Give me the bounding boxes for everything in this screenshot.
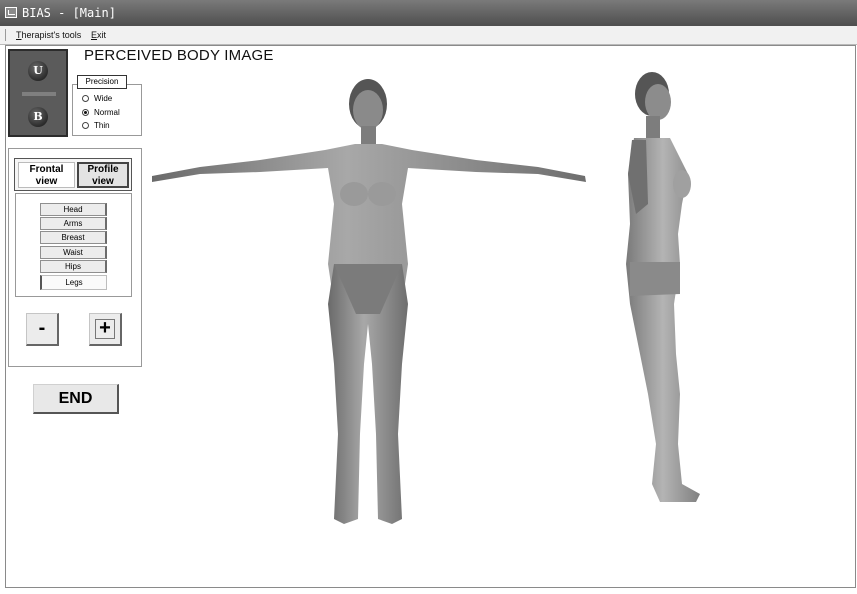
- tab-profile-view[interactable]: Profile view: [77, 162, 129, 188]
- tab-frontal-view[interactable]: Frontal view: [18, 162, 75, 188]
- increase-button[interactable]: +: [89, 313, 122, 346]
- radio-checked-icon[interactable]: [82, 109, 89, 116]
- menu-bar: Therapist's tools Exit: [0, 26, 857, 45]
- end-button[interactable]: END: [33, 384, 119, 414]
- upper-lower-selector: U B: [8, 49, 68, 137]
- title-bar: BIAS - [Main]: [0, 0, 857, 26]
- menu-exit[interactable]: Exit: [91, 26, 106, 44]
- body-part-head-button[interactable]: Head: [40, 203, 107, 216]
- radio-icon[interactable]: [82, 95, 89, 102]
- decrease-button[interactable]: -: [26, 313, 59, 346]
- body-part-legs-button[interactable]: Legs: [40, 275, 107, 290]
- body-part-waist-button[interactable]: Waist: [40, 246, 107, 259]
- app-icon: [5, 7, 17, 18]
- selector-separator: [22, 92, 56, 96]
- lower-body-button[interactable]: B: [28, 107, 48, 127]
- upper-body-button[interactable]: U: [28, 61, 48, 81]
- frontal-body-figure: [152, 79, 586, 524]
- window-title: BIAS - [Main]: [22, 6, 116, 20]
- body-part-breast-button[interactable]: Breast: [40, 231, 107, 244]
- menu-grip: [5, 29, 6, 41]
- page-title: PERCEIVED BODY IMAGE: [84, 47, 274, 64]
- body-figures-canvas: [152, 72, 700, 524]
- profile-body-figure: [626, 72, 700, 502]
- view-tabs: Frontal view Profile view: [14, 158, 132, 191]
- menu-therapists-tools[interactable]: Therapist's tools: [16, 26, 81, 44]
- plus-icon: +: [95, 318, 115, 339]
- precision-label: Precision: [77, 75, 127, 89]
- body-part-arms-button[interactable]: Arms: [40, 217, 107, 230]
- body-part-hips-button[interactable]: Hips: [40, 260, 107, 273]
- radio-icon[interactable]: [82, 122, 89, 129]
